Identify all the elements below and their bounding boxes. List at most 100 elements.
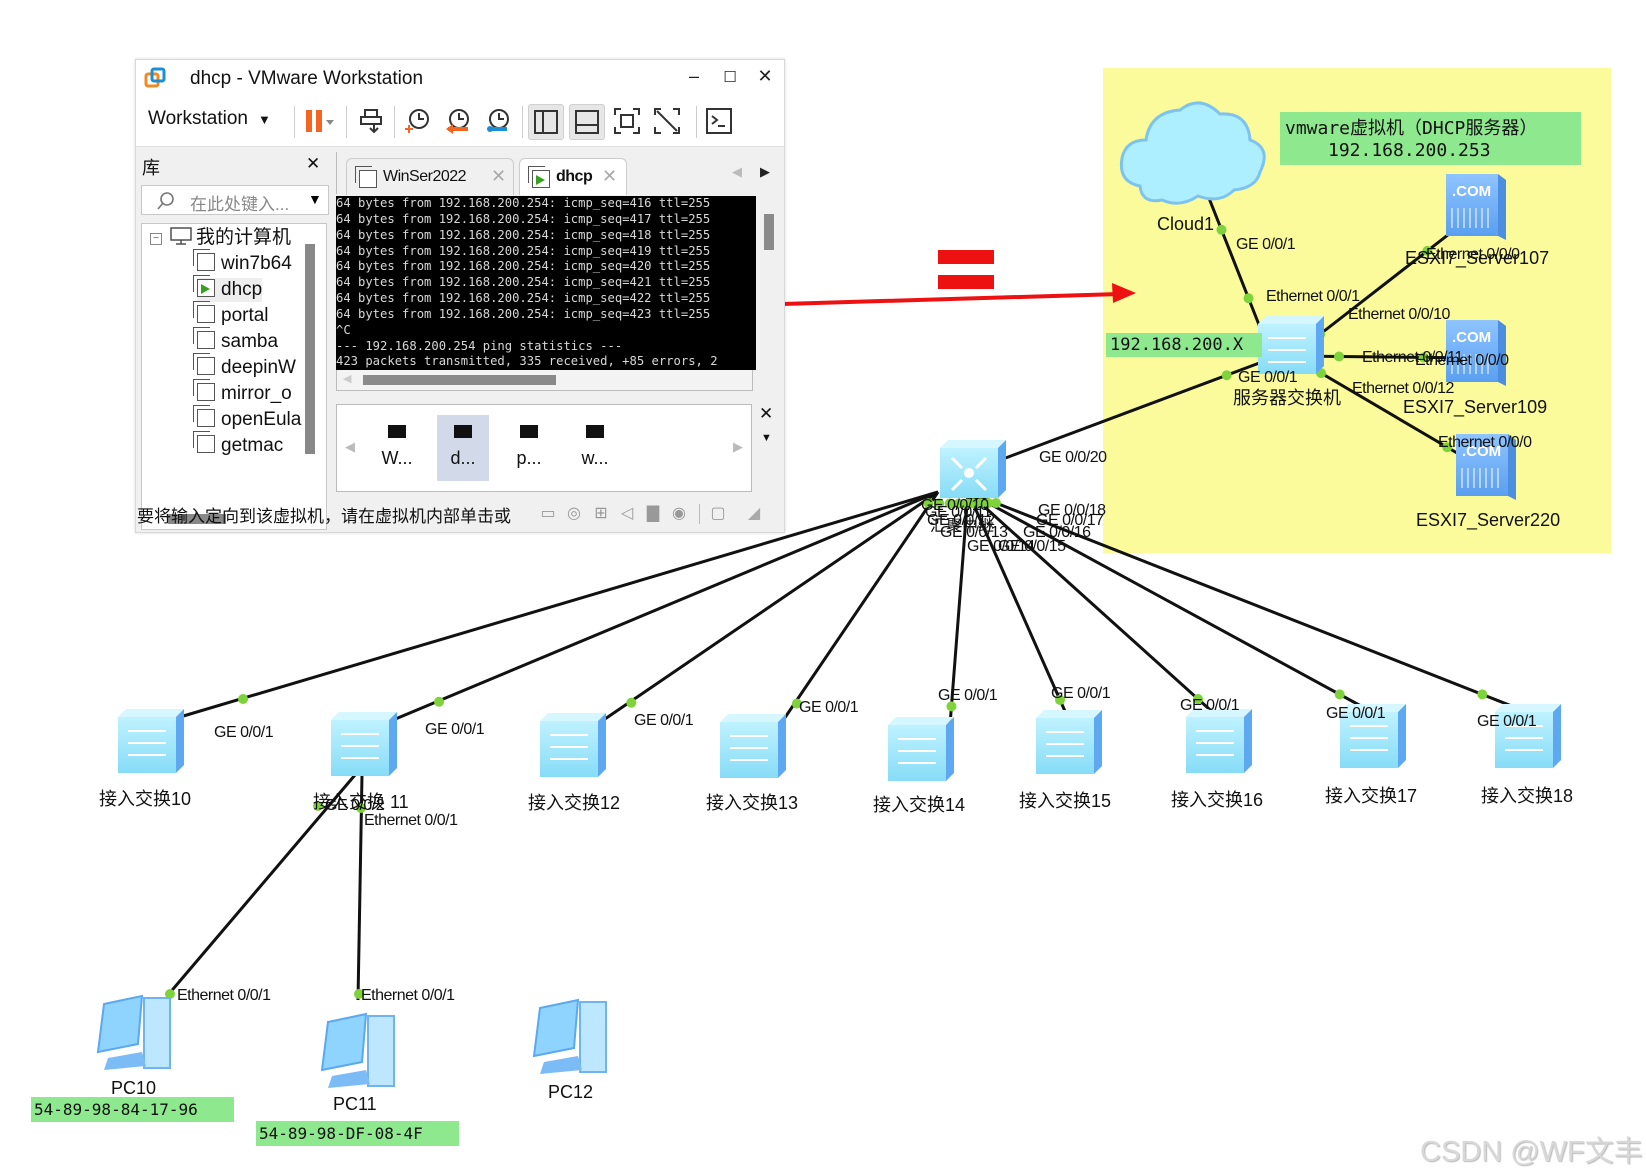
access-switch-12-icon[interactable] xyxy=(540,713,606,777)
scroll-left-icon[interactable]: ◀ xyxy=(343,372,351,385)
port-label: Ethernet 0/0/0 xyxy=(1426,246,1520,263)
library-item-openeula[interactable]: openEula xyxy=(193,405,301,432)
server107-icon[interactable]: .COM xyxy=(1446,174,1506,240)
tab-dhcp[interactable]: dhcp ✕ xyxy=(519,158,627,195)
hdd-icon[interactable]: ▭ xyxy=(538,503,558,523)
pause-button[interactable] xyxy=(300,104,334,138)
annotation-arrowhead xyxy=(1112,283,1136,303)
thumb-scroll-right-icon[interactable]: ▶ xyxy=(733,439,743,455)
access-switch-15-icon[interactable] xyxy=(1036,710,1102,774)
port-status-dot xyxy=(1334,689,1345,700)
tree-root-label: 我的计算机 xyxy=(196,227,292,248)
workstation-menu[interactable]: Workstation ▼ xyxy=(148,108,271,130)
pc10-mac-label: 54-89-98-84-17-96 xyxy=(31,1097,234,1122)
thumbnail-bar: ◀ W... d... p... w... ▶ xyxy=(336,404,752,492)
tab-close-icon[interactable]: ✕ xyxy=(491,166,506,187)
minimize-button[interactable]: – xyxy=(682,66,706,87)
console-view-button[interactable] xyxy=(702,104,736,138)
vm-running-icon xyxy=(193,275,215,297)
message-icon[interactable]: ▢ xyxy=(708,503,728,523)
pc11-mac-label: 54-89-98-DF-08-4F xyxy=(256,1121,459,1146)
library-item-portal[interactable]: portal xyxy=(193,301,269,328)
access-switch-14-icon[interactable] xyxy=(888,717,954,781)
library-search-input[interactable]: 在此处键入... ▼ xyxy=(141,185,329,215)
thumbnail-label: W... xyxy=(381,448,413,468)
toolbar-divider xyxy=(294,106,295,138)
vm-thumbnail[interactable]: d... xyxy=(437,415,489,481)
core-switch-icon[interactable] xyxy=(940,440,1006,498)
thumbnail-bar-close-button[interactable]: ✕ xyxy=(759,404,773,424)
tab-winser2022[interactable]: WinSer2022 ✕ xyxy=(346,158,514,195)
console-icon xyxy=(706,108,732,134)
console-horizontal-scrollbar[interactable]: ◀ xyxy=(336,370,753,391)
library-item-label: mirror_o xyxy=(221,383,292,404)
access-switch-11-icon[interactable] xyxy=(331,712,397,776)
resize-grip-icon[interactable]: ◢ xyxy=(744,503,764,523)
scrollbar-thumb[interactable] xyxy=(363,375,556,385)
library-item-label: dhcp xyxy=(221,279,263,300)
access-switch-10-label: 接入交换10 xyxy=(99,789,192,809)
port-status-dot xyxy=(1477,689,1488,700)
close-button[interactable]: ✕ xyxy=(753,66,777,87)
vm-icon xyxy=(193,379,215,401)
printer-icon[interactable]: ▇ xyxy=(643,503,663,523)
tree-root-my-computer[interactable]: − 我的计算机 xyxy=(150,226,291,250)
collapse-icon[interactable]: − xyxy=(150,233,162,245)
usb-icon[interactable]: ◉ xyxy=(669,503,689,523)
library-close-button[interactable]: ✕ xyxy=(306,154,320,174)
tab-close-icon[interactable]: ✕ xyxy=(602,166,617,187)
library-view-button[interactable] xyxy=(528,104,564,140)
vm-thumbnail[interactable]: p... xyxy=(503,415,555,481)
console-output: 64 bytes from 192.168.200.254: icmp_seq=… xyxy=(336,196,718,369)
console-vertical-scrollbar[interactable] xyxy=(761,196,777,390)
port-label: GE 0/0/1 xyxy=(799,699,859,716)
library-item-deepinw[interactable]: deepinW xyxy=(193,353,296,380)
status-bar: 要将输入定向到该虚拟机，请在虚拟机内部单击或 ▭ ◎ ⊞ ◁ ▇ ◉ ▢ ◢ xyxy=(136,498,784,528)
tab-scroll-right-icon[interactable]: ▶ xyxy=(760,164,770,180)
library-item-samba[interactable]: samba xyxy=(193,327,278,354)
tab-scroll-left-icon[interactable]: ◀ xyxy=(732,164,742,180)
equals-sign-bar-top xyxy=(938,250,994,264)
access-switch-16-icon[interactable] xyxy=(1186,709,1252,773)
vm-screen-preview-icon xyxy=(388,425,406,438)
unity-button[interactable] xyxy=(650,104,684,138)
snapshot-revert-icon xyxy=(446,109,469,134)
thumbnail-bar-button[interactable] xyxy=(569,104,605,140)
take-snapshot-button[interactable] xyxy=(401,104,435,138)
toolbar-divider xyxy=(696,106,697,138)
pc10-icon[interactable] xyxy=(96,994,171,1070)
access-switch-10-icon[interactable] xyxy=(118,709,184,773)
scrollbar-thumb[interactable] xyxy=(764,214,774,250)
library-vertical-scrollbar[interactable] xyxy=(305,244,315,454)
cloud-icon[interactable] xyxy=(1119,101,1266,205)
thumbnail-bar-menu-icon[interactable]: ▼ xyxy=(761,432,772,444)
network-icon[interactable]: ⊞ xyxy=(591,503,611,523)
maximize-button[interactable]: ☐ xyxy=(718,68,742,86)
title-bar: dhcp - VMware Workstation – ☐ ✕ xyxy=(136,60,784,96)
fullscreen-button[interactable] xyxy=(610,104,644,138)
vm-thumbnail[interactable]: W... xyxy=(371,415,423,481)
port-label: GE 0/0/1 xyxy=(1180,697,1240,714)
snapshot-manager-button[interactable] xyxy=(481,104,515,138)
search-dropdown-icon[interactable]: ▼ xyxy=(308,191,322,207)
sound-icon[interactable]: ◁ xyxy=(617,503,637,523)
revert-snapshot-button[interactable] xyxy=(441,104,475,138)
library-item-getmac[interactable]: getmac xyxy=(193,431,283,458)
vm-screen-preview-icon xyxy=(454,425,472,438)
port-status-dot xyxy=(434,696,444,707)
access-switch-12-label: 接入交换12 xyxy=(528,793,621,813)
send-keys-button[interactable] xyxy=(355,104,389,138)
cd-icon[interactable]: ◎ xyxy=(564,503,584,523)
port-label: GE 0/0/1 xyxy=(1238,369,1298,386)
thumb-scroll-left-icon[interactable]: ◀ xyxy=(345,439,355,455)
pc12-icon[interactable] xyxy=(532,998,607,1074)
library-item-win7b64[interactable]: win7b64 xyxy=(193,249,292,276)
port-status-dot xyxy=(990,498,1001,508)
server-switch-icon[interactable] xyxy=(1258,316,1324,374)
access-switch-13-icon[interactable] xyxy=(720,714,786,778)
pc11-icon[interactable] xyxy=(320,1012,395,1088)
vm-thumbnail[interactable]: w... xyxy=(569,415,621,481)
library-item-mirror_o[interactable]: mirror_o xyxy=(193,379,292,406)
vm-console-screen[interactable]: 64 bytes from 192.168.200.254: icmp_seq=… xyxy=(336,196,756,370)
library-item-dhcp[interactable]: dhcp xyxy=(193,275,263,302)
